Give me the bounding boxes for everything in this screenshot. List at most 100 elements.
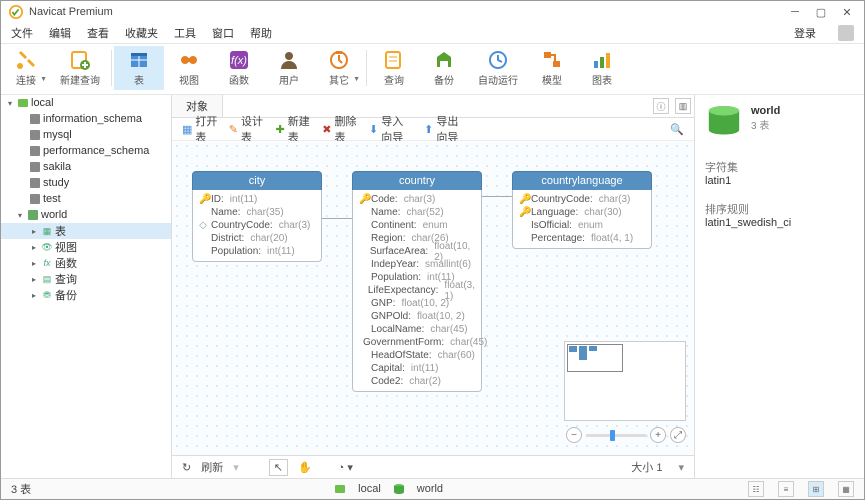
database-icon	[29, 129, 41, 141]
erd-field: 🔑Code:char(3)	[359, 193, 475, 206]
refresh-icon[interactable]: ↻	[182, 461, 191, 474]
tree-connection[interactable]: ▾ local	[1, 95, 171, 111]
database-icon	[29, 113, 41, 125]
view-erd-icon[interactable]: ⊞	[808, 481, 824, 497]
tree-node[interactable]: ▸ 👁 视图	[1, 239, 171, 255]
tool-backup[interactable]: 备份	[419, 46, 469, 90]
menu-help[interactable]: 帮助	[250, 25, 272, 41]
info-collation-label: 排序规则	[705, 201, 854, 217]
plug-icon	[15, 49, 37, 71]
connection-tree: ▾ local information_schema mysql perform…	[1, 95, 172, 478]
minimize-button[interactable]: ─	[786, 5, 804, 19]
tool-fx[interactable]: f(x) 函数	[214, 46, 264, 90]
menubar: 文件 编辑 查看 收藏夹 工具 窗口 帮助 登录	[1, 23, 864, 43]
erd-field: HeadOfState:char(60)	[359, 349, 475, 362]
filter-input[interactable]	[479, 121, 660, 138]
database-icon	[27, 209, 39, 221]
tree-node[interactable]: ▸ fx 函数	[1, 255, 171, 271]
tree-db[interactable]: sakila	[1, 159, 171, 175]
tool-model[interactable]: 模型	[527, 46, 577, 90]
tree-db[interactable]: test	[1, 191, 171, 207]
pointer-tool-icon[interactable]: ↖	[269, 459, 288, 476]
erd-table-body: 🔑ID:int(11)Name:char(35)◇CountryCode:cha…	[192, 190, 322, 262]
node-icon: ▤	[41, 273, 53, 285]
panel-toggle-icon[interactable]: ▥	[675, 98, 691, 114]
database-icon	[29, 161, 41, 173]
tree-db[interactable]: study	[1, 175, 171, 191]
menu-edit[interactable]: 编辑	[49, 25, 71, 41]
search-icon[interactable]: 🔍	[670, 123, 684, 136]
tool-other[interactable]: 其它 ▼	[314, 46, 364, 90]
other-icon	[328, 49, 350, 71]
erd-field: 🔑Language:char(30)	[519, 206, 645, 219]
login-link[interactable]: 登录	[794, 25, 816, 41]
menu-window[interactable]: 窗口	[212, 25, 234, 41]
query-icon	[383, 49, 405, 71]
view-grid-icon[interactable]: ▦	[838, 481, 854, 497]
node-icon: ⛃	[41, 289, 53, 301]
menu-tools[interactable]: 工具	[174, 25, 196, 41]
tree-node[interactable]: ▸ ⛃ 备份	[1, 287, 171, 303]
node-icon: 👁	[41, 241, 53, 253]
erd-field: Capital:int(11)	[359, 362, 475, 375]
avatar-icon[interactable]	[838, 25, 854, 41]
model-icon	[541, 49, 563, 71]
zoom-in-button[interactable]: +	[650, 427, 666, 443]
minimap-viewport[interactable]	[567, 344, 623, 372]
erd-field: IndepYear:smallint(6)	[359, 258, 475, 271]
tool-plug[interactable]: 连接 ▼	[1, 46, 51, 90]
close-button[interactable]: ✕	[838, 5, 856, 19]
zoom-thumb[interactable]	[610, 430, 615, 441]
tree-db[interactable]: performance_schema	[1, 143, 171, 159]
tool-query[interactable]: 查询	[369, 46, 419, 90]
minimap[interactable]	[564, 341, 686, 421]
erd-field: GovernmentForm:char(45)	[359, 336, 475, 349]
tool-newq[interactable]: 新建查询	[51, 46, 109, 90]
erd-field: LifeExpectancy:float(3, 1)	[359, 284, 475, 297]
tree-db[interactable]: mysql	[1, 127, 171, 143]
app-title: Navicat Premium	[29, 6, 778, 18]
tree-node[interactable]: ▸ ▦ 表	[1, 223, 171, 239]
erd-field: 🔑ID:int(11)	[199, 193, 315, 206]
tool-chart[interactable]: 图表	[577, 46, 627, 90]
maximize-button[interactable]: ▢	[812, 5, 830, 19]
erd-table-country[interactable]: country 🔑Code:char(3)Name:char(52)Contin…	[352, 171, 482, 392]
erd-canvas[interactable]: countrylanguage 🔑CountryCode:char(3)🔑Lan…	[172, 141, 694, 455]
hand-tool-icon[interactable]: ✋	[298, 461, 312, 474]
refresh-label[interactable]: 刷新	[201, 459, 223, 475]
subtool-icon: ⬆	[424, 123, 433, 135]
subtool-icon: ▦	[182, 123, 192, 135]
erd-table-city[interactable]: city 🔑ID:int(11)Name:char(35)◇CountryCod…	[192, 171, 322, 262]
erd-table-body: 🔑CountryCode:char(3)🔑Language:char(30)Is…	[512, 190, 652, 249]
tree-db-world[interactable]: ▾ world	[1, 207, 171, 223]
tool-user[interactable]: 用户	[264, 46, 314, 90]
view-list-icon[interactable]: ☷	[748, 481, 764, 497]
info-panel: world 3 表 字符集 latin1 排序规则 latin1_swedish…	[694, 95, 864, 478]
color-tool-icon[interactable]: ◔ ▾	[338, 461, 353, 474]
tool-table[interactable]: 表	[114, 46, 164, 90]
view-icon	[178, 49, 200, 71]
node-icon: ▦	[41, 225, 53, 237]
size-dropdown-icon[interactable]: ▾	[678, 461, 684, 474]
menu-view[interactable]: 查看	[87, 25, 109, 41]
database-icon	[393, 483, 405, 495]
zoom-fit-button[interactable]: ⤢	[670, 427, 686, 443]
view-detail-icon[interactable]: ≡	[778, 481, 794, 497]
erd-field: Name:char(52)	[359, 206, 475, 219]
info-db-count: 3 表	[751, 117, 780, 132]
titlebar: Navicat Premium ─ ▢ ✕	[1, 1, 864, 23]
subtool-icon: ✎	[229, 123, 238, 135]
menu-file[interactable]: 文件	[11, 25, 33, 41]
erd-table-countrylanguage[interactable]: countrylanguage 🔑CountryCode:char(3)🔑Lan…	[512, 171, 652, 249]
erd-field: ◇CountryCode:char(3)	[199, 219, 315, 232]
info-toggle-icon[interactable]: ⓘ	[653, 98, 669, 114]
info-charset-value: latin1	[705, 175, 854, 187]
tool-auto[interactable]: 自动运行	[469, 46, 527, 90]
tree-db[interactable]: information_schema	[1, 111, 171, 127]
database-icon	[29, 177, 41, 189]
zoom-out-button[interactable]: −	[566, 427, 582, 443]
tree-node[interactable]: ▸ ▤ 查询	[1, 271, 171, 287]
zoom-track[interactable]	[586, 434, 646, 437]
tool-view[interactable]: 视图	[164, 46, 214, 90]
menu-favorites[interactable]: 收藏夹	[125, 25, 158, 41]
